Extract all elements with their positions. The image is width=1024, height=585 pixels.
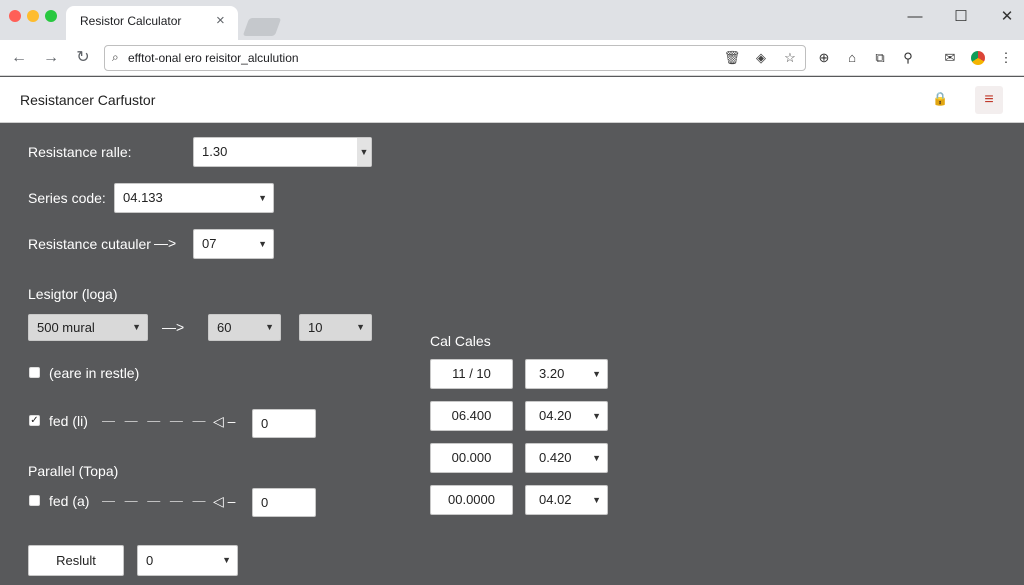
search-icon: ⌕ xyxy=(112,50,119,64)
fed-li-value: 0 xyxy=(261,416,269,431)
more-options-icon[interactable]: ⋮ xyxy=(996,48,1016,68)
tab-close-icon[interactable]: × xyxy=(216,12,225,29)
star-icon[interactable]: ☆ xyxy=(780,48,800,68)
fed-a-input[interactable]: 0 xyxy=(252,488,316,517)
reload-icon[interactable]: ↻ xyxy=(72,47,94,69)
trash-icon[interactable]: 🗑 xyxy=(722,48,742,68)
fed-li-input[interactable]: 0 xyxy=(252,409,316,438)
forward-arrow-icon[interactable]: → xyxy=(40,47,62,69)
window-zoom-dot[interactable] xyxy=(45,10,57,22)
cal-row-3-right-text: 0.420 xyxy=(539,450,572,465)
checkbox-fed-li-label: fed (li) xyxy=(49,413,88,429)
cal-row-2-right-text: 04.20 xyxy=(539,408,572,423)
legistor-select-a-text: 500 mural xyxy=(37,320,95,335)
arrow-left-icon: ◁ – xyxy=(213,413,236,429)
arrow-right-icon: —> xyxy=(154,235,177,251)
resistance-value-text: 1.30 xyxy=(202,144,228,159)
chevron-down-icon: ▼ xyxy=(222,555,231,565)
maximize-button[interactable]: ☐ xyxy=(946,6,976,28)
arrow-left-icon: ◁ – xyxy=(213,493,236,509)
chevron-down-icon: ▼ xyxy=(592,369,601,379)
cal-row-2-right-select[interactable]: 04.20 ▼ xyxy=(525,401,608,431)
legistor-select-b[interactable]: 60 ▼ xyxy=(208,314,281,341)
resistance-calculator-text: 07 xyxy=(202,236,217,251)
cal-row-2-left[interactable]: 06.400 xyxy=(430,401,513,431)
chevron-down-icon: ▼ xyxy=(265,322,274,332)
checkbox-fed-li[interactable]: ✓ xyxy=(29,415,40,426)
chevron-down-icon: ▼ xyxy=(592,453,601,463)
chevron-down-icon: ▼ xyxy=(258,239,267,249)
fed-a-value: 0 xyxy=(261,495,269,510)
tab-title: Resistor Calculator xyxy=(80,14,182,28)
checkbox-fed-a[interactable] xyxy=(29,495,40,506)
resistance-calculator-label: Resistance cutauler xyxy=(28,236,151,252)
series-code-label: Series code: xyxy=(28,190,106,206)
legistor-select-c-text: 10 xyxy=(308,320,323,335)
tag-icon[interactable]: ◈ xyxy=(751,48,771,68)
mail-icon[interactable]: ✉ xyxy=(940,48,960,68)
window-close-dot[interactable] xyxy=(9,10,21,22)
new-tab-button[interactable] xyxy=(242,18,282,36)
home-icon[interactable]: ⌂ xyxy=(842,48,862,68)
resistance-value-select[interactable]: 1.30 ▼ xyxy=(193,137,372,167)
cal-cales-heading: Cal Cales xyxy=(430,333,491,349)
checkbox-fed-a-label: fed (a) xyxy=(49,493,90,509)
legistor-select-c[interactable]: 10 ▼ xyxy=(299,314,372,341)
extension-icon[interactable]: ⚲ xyxy=(898,48,918,68)
chrome-profile-icon[interactable] xyxy=(968,48,988,68)
chevron-down-icon: ▼ xyxy=(357,138,371,166)
hamburger-menu-icon[interactable]: ≡ xyxy=(975,86,1003,114)
parallel-heading: Parallel (Topa) xyxy=(28,463,119,479)
url-text[interactable]: efftot-onal ero reisitor_alculution xyxy=(128,51,299,65)
checkbox-eare-label: (eare in restle) xyxy=(49,365,140,381)
chevron-down-icon: ▼ xyxy=(592,495,601,505)
chevron-down-icon: ▼ xyxy=(356,322,365,332)
legistor-select-a[interactable]: 500 mural ▼ xyxy=(28,314,148,341)
dashed-connector: — — — — — xyxy=(102,413,209,428)
checkbox-eare-in-restle[interactable] xyxy=(29,367,40,378)
legistor-select-b-text: 60 xyxy=(217,320,232,335)
result-button[interactable]: Reslult xyxy=(28,545,124,576)
copy-icon[interactable]: ⧉ xyxy=(870,48,890,68)
cal-row-1-right-select[interactable]: 3.20 ▼ xyxy=(525,359,608,389)
chevron-down-icon: ▼ xyxy=(258,193,267,203)
minimize-button[interactable]: — xyxy=(900,6,930,28)
legistor-heading: Lesigtor (loga) xyxy=(28,286,118,302)
zoom-icon[interactable]: ⊕ xyxy=(814,48,834,68)
lock-icon[interactable]: 🔒 xyxy=(932,91,948,107)
resistance-value-label: Resistance ralle: xyxy=(28,144,132,160)
cal-row-3-right-select[interactable]: 0.420 ▼ xyxy=(525,443,608,473)
chevron-down-icon: ▼ xyxy=(592,411,601,421)
cal-row-4-left[interactable]: 00.0000 xyxy=(430,485,513,515)
series-code-text: 04.133 xyxy=(123,190,163,205)
dashed-connector: — — — — — xyxy=(102,493,209,508)
cal-row-1-left[interactable]: 11 / 10 xyxy=(430,359,513,389)
result-select[interactable]: 0 ▼ xyxy=(137,545,238,576)
arrow-right-icon: —> xyxy=(162,319,185,335)
chevron-down-icon: ▼ xyxy=(132,322,141,332)
back-arrow-icon[interactable]: ← xyxy=(8,47,30,69)
series-code-select[interactable]: 04.133 ▼ xyxy=(114,183,274,213)
cal-row-4-right-text: 04.02 xyxy=(539,492,572,507)
window-minimize-dot[interactable] xyxy=(27,10,39,22)
result-value-text: 0 xyxy=(146,553,154,568)
resistance-calculator-select[interactable]: 07 ▼ xyxy=(193,229,274,259)
close-window-button[interactable]: ✕ xyxy=(992,6,1022,28)
cal-row-4-right-select[interactable]: 04.02 ▼ xyxy=(525,485,608,515)
cal-row-1-right-text: 3.20 xyxy=(539,366,565,381)
page-title: Resistancer Carfustor xyxy=(20,92,156,108)
cal-row-3-left[interactable]: 00.000 xyxy=(430,443,513,473)
